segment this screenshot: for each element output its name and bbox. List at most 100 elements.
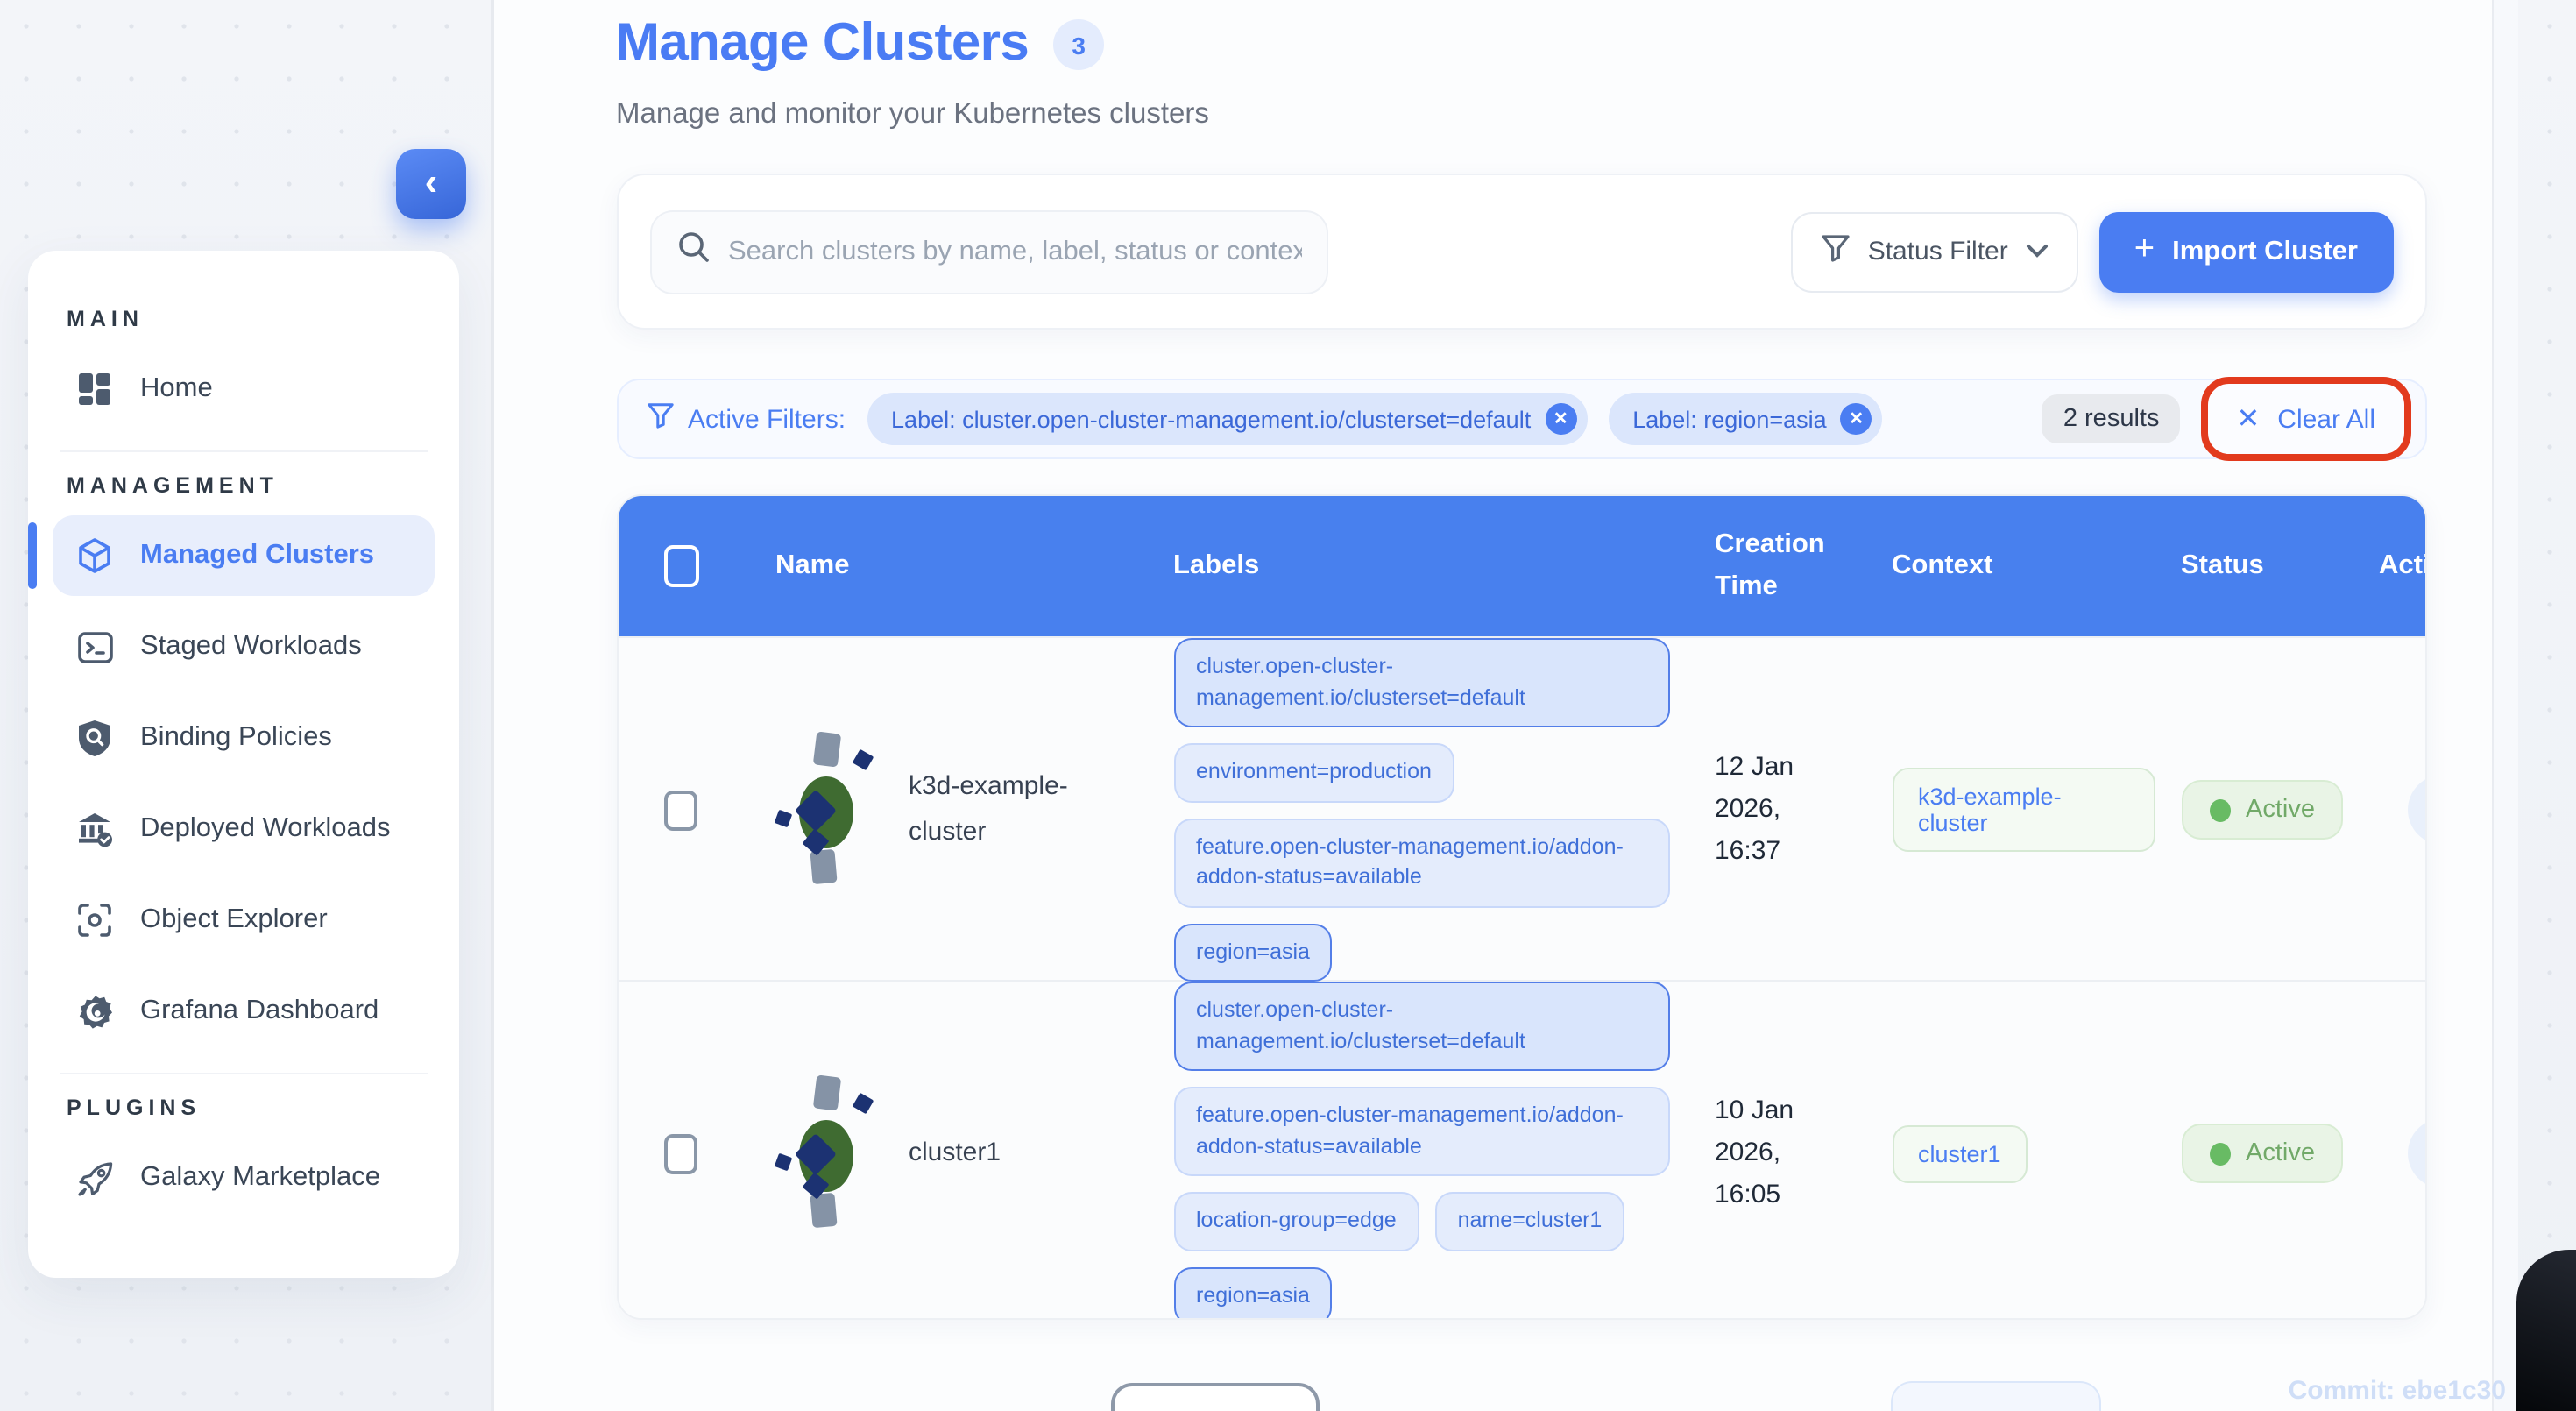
plus-icon: + bbox=[2134, 230, 2155, 270]
sidebar-item-object-explorer[interactable]: Object Explorer bbox=[53, 880, 435, 961]
sidebar-item-binding-policies[interactable]: Binding Policies bbox=[53, 698, 435, 778]
sidebar-divider bbox=[60, 450, 428, 452]
active-filters-label: Active Filters: bbox=[688, 404, 846, 434]
sidebar-item-home[interactable]: Home bbox=[53, 349, 435, 429]
close-icon: ✕ bbox=[2236, 401, 2260, 436]
dashboard-icon bbox=[74, 368, 116, 410]
terminal-icon bbox=[74, 626, 116, 668]
sidebar-item-label: Galaxy Marketplace bbox=[140, 1162, 380, 1194]
sidebar-item-galaxy-marketplace[interactable]: Galaxy Marketplace bbox=[53, 1138, 435, 1218]
label-chip: feature.open-cluster-management.io/addon… bbox=[1173, 1087, 1669, 1176]
label-chip: environment=production bbox=[1173, 743, 1454, 802]
select-all-checkbox[interactable] bbox=[663, 545, 698, 587]
cluster-logo bbox=[775, 729, 881, 890]
sidebar-item-label: Staged Workloads bbox=[140, 631, 362, 663]
column-header-labels: Labels bbox=[1173, 545, 1715, 587]
chevron-down-icon bbox=[2026, 237, 2049, 266]
sidebar-item-label: Home bbox=[140, 373, 213, 405]
sidebar-collapse-button[interactable]: ‹ bbox=[396, 149, 466, 219]
toolbar: Status Filter + Import Cluster bbox=[616, 174, 2426, 330]
pagination-button-partial[interactable] bbox=[1110, 1383, 1319, 1411]
filter-chip-clusterset: Label: cluster.open-cluster-management.i… bbox=[867, 393, 1587, 445]
status-badge: Active bbox=[2181, 1124, 2343, 1183]
filter-chip-region: Label: region=asia ✕ bbox=[1608, 393, 1882, 445]
status-dot-icon bbox=[2209, 798, 2230, 821]
cluster-count-badge: 3 bbox=[1053, 19, 1104, 70]
table-row: cluster1 cluster.open-cluster-management… bbox=[618, 980, 2424, 1318]
cluster-name: cluster1 bbox=[909, 1131, 1070, 1177]
page-subtitle: Manage and monitor your Kubernetes clust… bbox=[616, 98, 2426, 131]
status-filter-button[interactable]: Status Filter bbox=[1791, 211, 2078, 292]
status-badge: Active bbox=[2181, 780, 2343, 840]
import-cluster-label: Import Cluster bbox=[2172, 236, 2358, 267]
column-header-status: Status bbox=[2181, 545, 2379, 587]
label-chip: name=cluster1 bbox=[1435, 1192, 1625, 1251]
sidebar-item-label: Object Explorer bbox=[140, 904, 328, 936]
label-chip: region=asia bbox=[1173, 923, 1333, 982]
table-row: k3d-example-cluster cluster.open-cluster… bbox=[618, 636, 2424, 980]
sidebar-item-label: Managed Clusters bbox=[140, 540, 374, 571]
status-dot-icon bbox=[2209, 1142, 2230, 1165]
bank-check-icon bbox=[74, 808, 116, 850]
label-chip: cluster.open-cluster-management.io/clust… bbox=[1173, 982, 1669, 1071]
column-header-actions: Actions bbox=[2379, 545, 2426, 587]
label-chip: region=asia bbox=[1173, 1266, 1333, 1320]
row-actions-menu-button[interactable] bbox=[2407, 775, 2426, 845]
context-chip[interactable]: k3d-example-cluster bbox=[1892, 768, 2155, 852]
results-count-badge: 2 results bbox=[2042, 394, 2181, 443]
clusters-table: Name Labels Creation Time Context Status… bbox=[616, 494, 2426, 1320]
creation-time: 12 Jan 2026, 16:37 bbox=[1715, 747, 1841, 873]
commit-label: Commit: ebe1c30 bbox=[2289, 1376, 2506, 1406]
active-filters-label-wrap: Active Filters: bbox=[646, 401, 846, 436]
row-actions-menu-button[interactable] bbox=[2407, 1118, 2426, 1188]
remove-filter-icon[interactable]: ✕ bbox=[1841, 403, 1872, 435]
clear-all-button[interactable]: ✕ Clear All bbox=[2201, 377, 2410, 461]
chevron-left-icon: ‹ bbox=[425, 159, 438, 204]
sidebar-item-staged-workloads[interactable]: Staged Workloads bbox=[53, 606, 435, 687]
label-chip: cluster.open-cluster-management.io/clust… bbox=[1173, 638, 1669, 727]
sidebar-section-management: MANAGEMENT bbox=[53, 473, 435, 498]
column-header-name: Name bbox=[775, 545, 1173, 587]
row-checkbox[interactable] bbox=[663, 790, 697, 830]
rocket-icon bbox=[74, 1157, 116, 1199]
clear-all-label: Clear All bbox=[2277, 404, 2375, 434]
labels-cell: cluster.open-cluster-management.io/clust… bbox=[1173, 638, 1715, 982]
scan-focus-icon bbox=[74, 899, 116, 941]
cube-icon bbox=[74, 535, 116, 577]
search-box[interactable] bbox=[649, 209, 1327, 294]
search-input[interactable] bbox=[728, 236, 1301, 267]
search-icon bbox=[676, 230, 711, 273]
sidebar-divider bbox=[60, 1073, 428, 1074]
status-filter-label: Status Filter bbox=[1868, 237, 2008, 266]
sidebar-item-deployed-workloads[interactable]: Deployed Workloads bbox=[53, 789, 435, 869]
funnel-icon bbox=[1821, 233, 1851, 270]
row-checkbox[interactable] bbox=[663, 1133, 697, 1173]
app-root: ‹ MAIN Home MANAGEMENT Managed Clusters … bbox=[0, 0, 2576, 1411]
remove-filter-icon[interactable]: ✕ bbox=[1545, 403, 1576, 435]
scrollbar-track[interactable] bbox=[2492, 0, 2518, 1411]
labels-cell: cluster.open-cluster-management.io/clust… bbox=[1173, 982, 1715, 1320]
cluster-name: k3d-example-cluster bbox=[909, 764, 1070, 856]
sidebar-item-grafana-dashboard[interactable]: Grafana Dashboard bbox=[53, 971, 435, 1052]
active-filters-bar: Active Filters: Label: cluster.open-clus… bbox=[616, 379, 2426, 459]
sidebar-item-label: Grafana Dashboard bbox=[140, 996, 379, 1027]
sidebar-item-label: Deployed Workloads bbox=[140, 813, 390, 845]
label-chip: location-group=edge bbox=[1173, 1192, 1419, 1251]
shield-search-icon bbox=[74, 717, 116, 759]
column-header-context: Context bbox=[1892, 545, 2181, 587]
sidebar-item-label: Binding Policies bbox=[140, 722, 332, 754]
sidebar-item-managed-clusters[interactable]: Managed Clusters bbox=[53, 515, 435, 596]
import-cluster-button[interactable]: + Import Cluster bbox=[2099, 211, 2393, 292]
cluster-logo bbox=[775, 1073, 881, 1234]
grafana-icon bbox=[74, 990, 116, 1032]
table-header-row: Name Labels Creation Time Context Status… bbox=[618, 496, 2424, 636]
column-header-creation-time: Creation Time bbox=[1715, 524, 1892, 608]
main-content: Manage Clusters 3 Manage and monitor you… bbox=[493, 0, 2493, 1411]
page-title: Manage Clusters bbox=[616, 14, 1029, 74]
sidebar-section-main: MAIN bbox=[53, 307, 435, 331]
creation-time: 10 Jan 2026, 16:05 bbox=[1715, 1090, 1841, 1216]
sidebar-section-plugins: PLUGINS bbox=[53, 1095, 435, 1120]
context-chip[interactable]: cluster1 bbox=[1892, 1124, 2028, 1182]
funnel-icon-blue bbox=[646, 401, 674, 436]
label-chip: feature.open-cluster-management.io/addon… bbox=[1173, 818, 1669, 907]
